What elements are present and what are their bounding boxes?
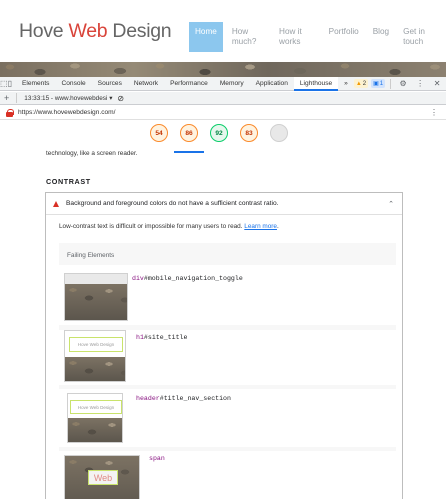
clear-icon[interactable]: ⊘	[117, 94, 124, 103]
report-url-bar: https://www.hovewebdesign.com/ ⋮	[0, 106, 446, 120]
accessibility-gauge[interactable]: 86	[174, 124, 204, 153]
node-selector[interactable]: header#title_nav_section	[136, 395, 231, 402]
tab-console[interactable]: Console	[55, 77, 91, 91]
highlight-box: Hove Web Design	[70, 400, 122, 414]
warnings-count: 2	[362, 80, 367, 87]
seo-gauge[interactable]: 83	[240, 124, 258, 153]
highlight-box: Web	[88, 470, 118, 485]
tab-application[interactable]: Application	[250, 77, 294, 91]
node-selector[interactable]: span	[149, 455, 165, 462]
more-tabs-button[interactable]: »	[338, 77, 354, 91]
site-title[interactable]: Hove Web Design	[19, 20, 172, 43]
kebab-menu-icon[interactable]: ⋮	[413, 77, 427, 91]
failing-elements-title: Failing Elements	[67, 252, 115, 259]
element-screenshot: Web	[64, 455, 140, 499]
node-tag: header	[136, 395, 160, 402]
best-practices-score: 92	[210, 124, 228, 142]
report-menu-icon[interactable]: ⋮	[430, 108, 446, 117]
element-screenshot: Hove Web Design	[64, 330, 126, 382]
node-tag: h1	[136, 334, 144, 341]
thumb-web-text: Web	[93, 472, 113, 483]
accessibility-score: 86	[180, 124, 198, 142]
inspect-element-icon[interactable]: ⬚	[0, 77, 8, 91]
highlight-box: Hove Web Design	[69, 337, 123, 352]
nav-how-it-works[interactable]: How it works	[274, 22, 320, 52]
nav-get-in-touch[interactable]: Get in touch	[398, 22, 442, 52]
table-row: Hove Web Design h1#site_title	[59, 330, 396, 385]
devtools-status-area: ▲ 2 ▣ 1 ⚙ ⋮ ✕	[353, 77, 446, 91]
divider	[390, 78, 392, 89]
node-rest: #mobile_navigation_toggle	[143, 275, 243, 282]
score-gauges: 54 86 92 83	[150, 124, 300, 154]
node-tag: div	[132, 275, 144, 282]
nav-how-much[interactable]: How much?	[227, 22, 270, 52]
tab-performance[interactable]: Performance	[164, 77, 214, 91]
site-title-accent: Web	[68, 20, 108, 42]
tab-lighthouse[interactable]: Lighthouse	[293, 76, 339, 91]
site-title-part2: Design	[107, 20, 172, 42]
insecure-lock-icon	[6, 108, 14, 117]
element-screenshot: Hove Web Design	[67, 393, 123, 443]
learn-more-link[interactable]: Learn more	[244, 223, 277, 230]
info-badge[interactable]: ▣ 1	[371, 79, 386, 88]
warnings-badge[interactable]: ▲ 2	[353, 79, 369, 88]
pwa-score	[270, 124, 288, 142]
performance-gauge[interactable]: 54	[150, 124, 168, 153]
message-icon: ▣	[373, 81, 379, 87]
thumb-site-title: Hove Web Design	[77, 404, 115, 410]
node-selector[interactable]: h1#site_title	[136, 334, 187, 341]
performance-score: 54	[150, 124, 168, 142]
node-rest: #site_title	[143, 334, 188, 341]
audit-desc-suffix: .	[276, 223, 279, 230]
dropdown-arrow-icon: ▾	[109, 95, 113, 102]
audit-header[interactable]: Background and foreground colors do not …	[46, 193, 402, 215]
nav-blog[interactable]: Blog	[368, 22, 394, 52]
tab-network[interactable]: Network	[128, 77, 164, 91]
site-nav: Home How much? How it works Portfolio Bl…	[189, 22, 446, 52]
website-header: Hove Web Design Home How much? How it wo…	[0, 0, 446, 62]
table-row: div#mobile_navigation_toggle	[59, 265, 396, 325]
lighthouse-toolbar: + 13:33:15 - www.hovewebdesi ▾ ⊘	[0, 92, 446, 105]
screenshot-background	[68, 418, 122, 442]
audit-desc-text: Low-contrast text is difficult or imposs…	[59, 223, 245, 230]
failing-elements-panel: Failing Elements div#mobile_navigation_t…	[59, 243, 396, 499]
table-row: Web span	[59, 451, 396, 499]
pebble-banner	[0, 62, 446, 77]
seo-score: 83	[240, 124, 258, 142]
devtools-tab-bar: ⬚ ▯ Elements Console Sources Network Per…	[0, 76, 446, 91]
tab-elements[interactable]: Elements	[16, 77, 56, 91]
screenshot-background	[65, 357, 125, 381]
site-title-part1: Hove	[19, 20, 69, 42]
chevron-up-icon[interactable]: ⌃	[388, 200, 394, 208]
tab-memory[interactable]: Memory	[214, 77, 250, 91]
warning-icon: ▲	[355, 80, 362, 87]
device-toolbar-icon[interactable]: ▯	[8, 77, 12, 91]
audit-description: Low-contrast text is difficult or imposs…	[59, 223, 279, 230]
audit-title: Background and foreground colors do not …	[66, 200, 279, 207]
best-practices-gauge[interactable]: 92	[210, 124, 228, 153]
pwa-gauge[interactable]	[270, 124, 288, 153]
gear-icon[interactable]: ⚙	[396, 77, 410, 91]
section-title: CONTRAST	[46, 177, 91, 186]
node-rest: #title_nav_section	[159, 395, 231, 402]
fail-icon	[53, 200, 59, 207]
screenshot-background	[65, 284, 127, 320]
info-count: 1	[379, 80, 384, 87]
close-icon[interactable]: ✕	[430, 77, 444, 91]
nav-home[interactable]: Home	[189, 22, 223, 52]
element-screenshot	[64, 273, 128, 321]
report-selector-label: 13:33:15 - www.hovewebdesi	[24, 95, 108, 102]
node-tag: span	[149, 455, 165, 462]
contrast-audit: Background and foreground colors do not …	[45, 192, 403, 499]
table-row: Hove Web Design header#title_nav_section	[59, 389, 396, 447]
previous-audit-text: technology, like a screen reader.	[46, 150, 138, 157]
nav-portfolio[interactable]: Portfolio	[324, 22, 364, 52]
thumb-site-title: Hove Web Design	[77, 342, 115, 347]
plus-icon[interactable]: +	[4, 93, 9, 103]
report-selector[interactable]: 13:33:15 - www.hovewebdesi ▾	[24, 94, 112, 102]
report-url[interactable]: https://www.hovewebdesign.com/	[18, 109, 116, 116]
node-selector[interactable]: div#mobile_navigation_toggle	[132, 275, 243, 282]
tab-sources[interactable]: Sources	[92, 77, 128, 91]
divider	[16, 93, 18, 103]
